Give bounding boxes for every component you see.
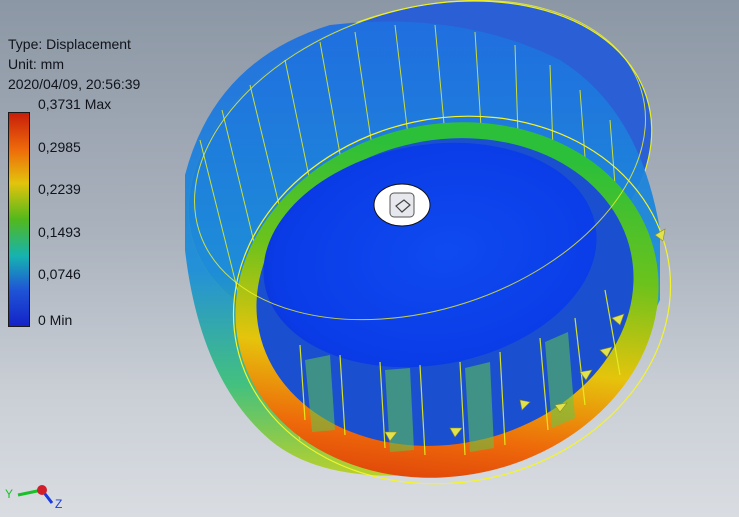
triad-z-label: Z	[55, 497, 62, 511]
view-triad[interactable]: Y Z	[0, 470, 80, 517]
triad-origin	[37, 485, 47, 495]
triad-y-label: Y	[5, 487, 13, 501]
model-viewport[interactable]	[0, 0, 739, 517]
